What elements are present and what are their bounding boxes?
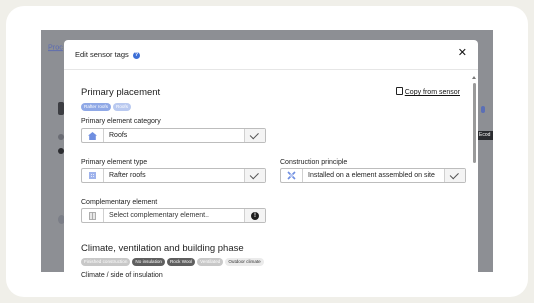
cross-icon bbox=[281, 169, 303, 182]
check-icon bbox=[249, 130, 259, 140]
primary-placement-title: Primary placement bbox=[81, 87, 161, 98]
climate-side-label: Climate / side of insulation bbox=[81, 272, 163, 279]
complementary-element-label: Complementary element bbox=[81, 199, 158, 206]
help-icon[interactable]: ? bbox=[132, 51, 140, 59]
tag-chip: No insulation bbox=[132, 258, 165, 266]
close-icon[interactable]: ✕ bbox=[458, 47, 467, 59]
climate-section-title: Climate, ventilation and building phase bbox=[81, 243, 244, 254]
tag-chip: Outdoor climate bbox=[225, 258, 264, 266]
primary-element-category-label: Primary element category bbox=[81, 118, 161, 125]
check-icon bbox=[249, 170, 259, 180]
check-icon bbox=[449, 170, 459, 180]
scrollbar-thumb[interactable] bbox=[473, 83, 476, 163]
grid-icon bbox=[82, 169, 104, 182]
house-icon bbox=[82, 129, 104, 142]
app-frame: Proc Ecod Edit sensor tags ? ✕ Primary p… bbox=[6, 6, 528, 297]
primary-element-type-label: Primary element type bbox=[81, 159, 148, 166]
construction-principle-field[interactable]: Installed on a element assembled on site bbox=[280, 168, 466, 183]
scroll-up-arrow-icon[interactable] bbox=[472, 76, 476, 79]
primary-element-category-value: Roofs bbox=[109, 132, 128, 139]
background-chip: Ecod bbox=[477, 131, 493, 140]
primary-tag-list: Rafter roofs Roofs bbox=[81, 103, 132, 111]
tag-chip: Finished construction bbox=[81, 258, 131, 266]
complementary-element-placeholder: Select complementary element.. bbox=[109, 212, 209, 219]
edit-sensor-tags-dialog: Edit sensor tags ? ✕ Primary placement C… bbox=[64, 40, 478, 280]
complementary-info-button[interactable]: ! bbox=[244, 209, 265, 222]
climate-tag-list: Finished construction No insulation Rock… bbox=[81, 258, 264, 266]
construction-principle-value: Installed on a element assembled on site bbox=[308, 172, 435, 179]
tag-chip: Rafter roofs bbox=[81, 103, 111, 111]
primary-element-type-field[interactable]: Rafter roofs bbox=[81, 168, 266, 183]
construction-principle-label: Construction principle bbox=[280, 159, 348, 166]
dialog-title: Edit sensor tags ? bbox=[75, 50, 140, 59]
confirm-category-button[interactable] bbox=[244, 129, 265, 142]
confirm-type-button[interactable] bbox=[244, 169, 265, 182]
confirm-construction-button[interactable] bbox=[444, 169, 465, 182]
dialog-title-text: Edit sensor tags bbox=[75, 50, 129, 59]
close-button[interactable]: ✕ bbox=[458, 48, 467, 59]
copy-from-sensor-link[interactable]: Copy from sensor bbox=[395, 87, 460, 96]
primary-element-type-value: Rafter roofs bbox=[109, 172, 146, 179]
tag-chip: Rock Wool bbox=[166, 258, 196, 266]
wall-icon bbox=[82, 209, 104, 222]
copy-icon bbox=[395, 87, 403, 95]
info-icon: ! bbox=[251, 211, 259, 220]
tag-chip: Roofs bbox=[113, 103, 132, 111]
background-marker bbox=[481, 106, 485, 113]
background-breadcrumb-link[interactable]: Proc bbox=[48, 43, 63, 51]
complementary-element-field[interactable]: Select complementary element.. ! bbox=[81, 208, 266, 223]
dialog-header: Edit sensor tags ? ✕ bbox=[64, 40, 478, 70]
tag-chip: Ventilated bbox=[197, 258, 224, 266]
primary-element-category-field[interactable]: Roofs bbox=[81, 128, 266, 143]
copy-from-sensor-label: Copy from sensor bbox=[404, 89, 460, 96]
